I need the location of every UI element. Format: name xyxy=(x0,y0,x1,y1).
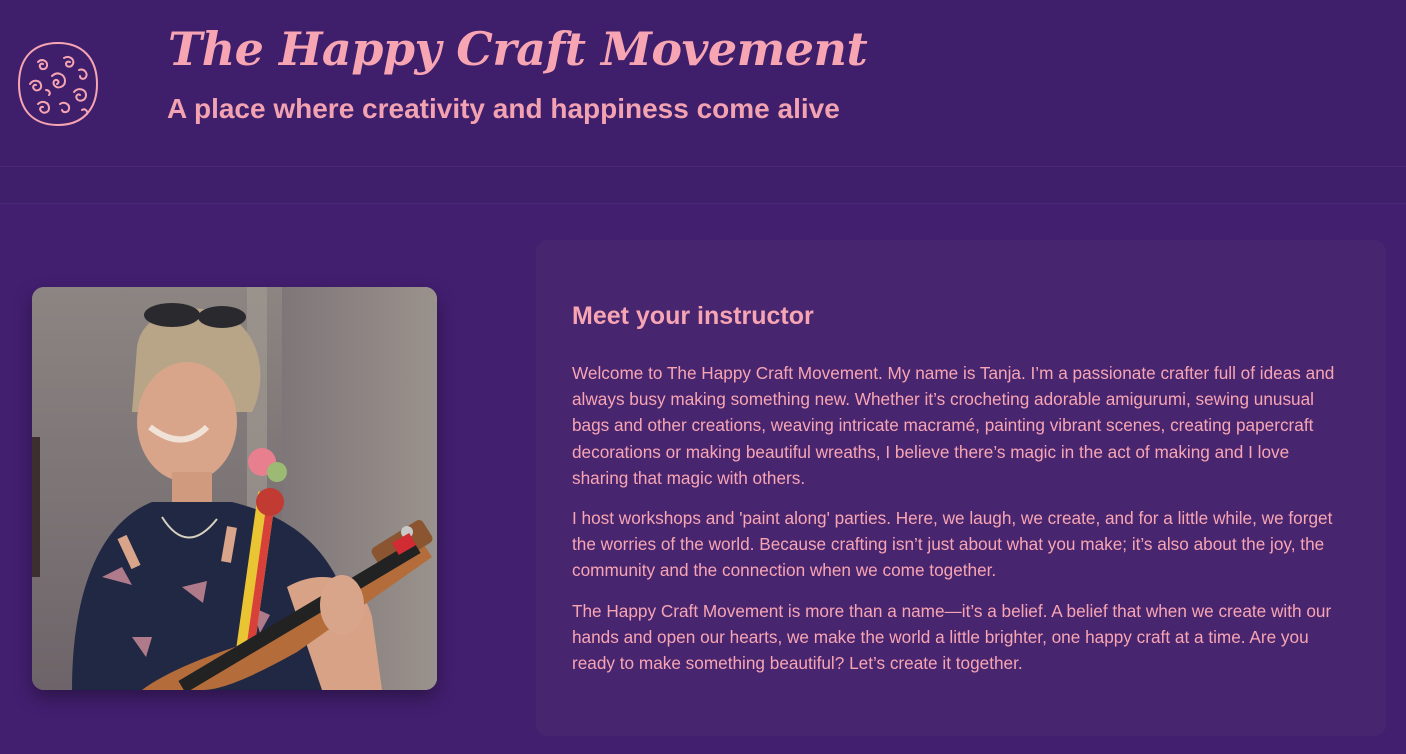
site-header: The Happy Craft Movement A place where c… xyxy=(0,0,1406,167)
site-title[interactable]: The Happy Craft Movement xyxy=(168,22,868,76)
instructor-photo xyxy=(32,287,437,690)
instructor-bio: Welcome to The Happy Craft Movement. My … xyxy=(572,360,1342,690)
instructor-heading: Meet your instructor xyxy=(572,302,814,330)
site-tagline: A place where creativity and happiness c… xyxy=(167,93,840,124)
bio-paragraph: The Happy Craft Movement is more than a … xyxy=(572,600,1332,674)
instructor-card: Meet your instructor Welcome to The Happ… xyxy=(536,240,1386,736)
bio-paragraph: I host workshops and 'paint along' parti… xyxy=(572,508,1333,581)
nav-bar xyxy=(0,167,1406,204)
spiral-logo-icon[interactable] xyxy=(16,40,100,128)
bio-paragraph: Welcome to The Happy Craft Movement. My … xyxy=(572,363,1335,488)
